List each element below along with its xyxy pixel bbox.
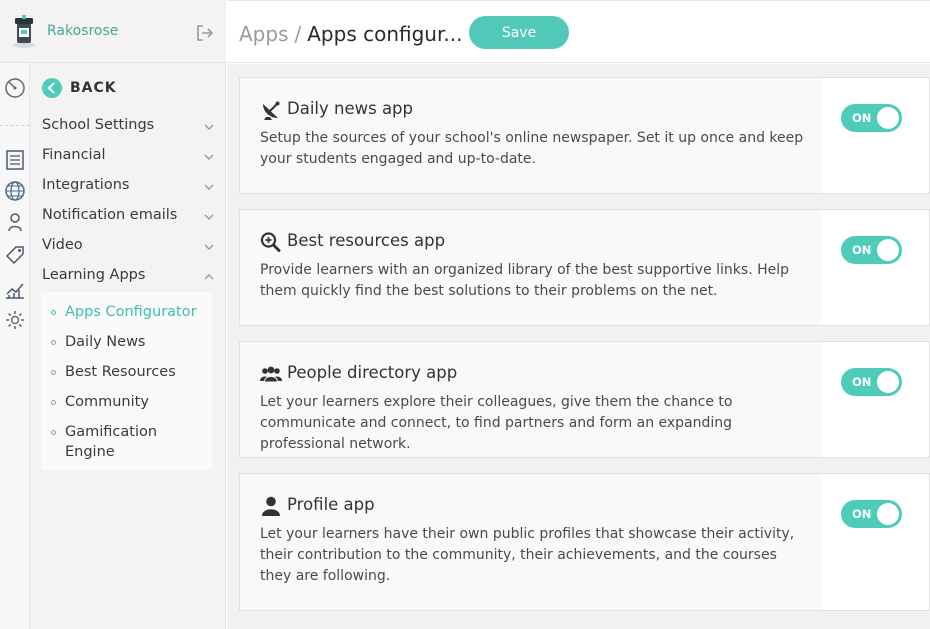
- app-card-body: Daily news app Setup the sources of your…: [240, 78, 820, 193]
- submenu-item-community[interactable]: Community: [51, 392, 209, 412]
- save-button[interactable]: Save: [469, 16, 569, 49]
- app-card-profile: Profile app Let your learners have their…: [239, 473, 930, 611]
- app-description: Let your learners explore their colleagu…: [260, 394, 733, 452]
- menu-item-label: School Settings: [42, 117, 155, 133]
- submenu-item-label: Gamification Engine: [65, 424, 158, 460]
- icon-rail: [0, 63, 30, 629]
- breadcrumb: Apps / Apps configur...: [239, 22, 462, 46]
- app-title: People directory app: [287, 363, 458, 382]
- chevron-up-icon: [204, 274, 214, 280]
- user-location-icon[interactable]: [4, 211, 26, 233]
- chart-icon[interactable]: [4, 278, 26, 300]
- toggle-label: ON: [852, 507, 872, 521]
- bullet-icon: [51, 370, 56, 375]
- brand-header: Rakosrose: [0, 0, 226, 63]
- menu-item-learning-apps[interactable]: Learning Apps: [42, 267, 218, 289]
- submenu-item-label: Community: [65, 394, 149, 410]
- apps-list: Daily news app Setup the sources of your…: [227, 64, 930, 629]
- settings-icon[interactable]: [4, 309, 26, 331]
- breadcrumb-current: Apps configur...: [307, 22, 463, 46]
- menu-item-school-settings[interactable]: School Settings: [42, 117, 218, 139]
- app-card-people-directory: People directory app Let your learners e…: [239, 341, 930, 458]
- app-card-actions: [821, 474, 929, 610]
- menu-item-video[interactable]: Video: [42, 237, 218, 259]
- toggle-knob: [877, 371, 899, 393]
- submenu-item-daily-news[interactable]: Daily News: [51, 332, 209, 352]
- bullet-icon: [51, 430, 56, 435]
- chevron-down-icon: [204, 244, 214, 250]
- app-toggle-switch[interactable]: ON: [841, 236, 902, 264]
- app-card-actions: [821, 78, 929, 193]
- school-logo-icon: [13, 15, 35, 48]
- menu-item-financial[interactable]: Financial: [42, 147, 218, 169]
- app-card-body: Profile app Let your learners have their…: [240, 474, 820, 610]
- submenu-item-label: Best Resources: [65, 364, 176, 380]
- app-card-body: People directory app Let your learners e…: [240, 342, 820, 457]
- app-title: Daily news app: [287, 99, 413, 118]
- app-card-best-resources: Best resources app Provide learners with…: [239, 209, 930, 326]
- app-toggle-switch[interactable]: ON: [841, 368, 902, 396]
- app-card-actions: [821, 210, 929, 325]
- menu-item-integrations[interactable]: Integrations: [42, 177, 218, 199]
- menu-item-label: Video: [42, 237, 83, 253]
- app-title: Best resources app: [287, 231, 446, 250]
- bullet-icon: [51, 400, 56, 405]
- top-bar: Apps / Apps configur... Save: [227, 0, 930, 63]
- logout-icon[interactable]: [196, 24, 214, 42]
- user-icon: [262, 496, 280, 516]
- app-toggle-switch[interactable]: ON: [841, 500, 902, 528]
- toggle-label: ON: [852, 111, 872, 125]
- app-card-body: Best resources app Provide learners with…: [240, 210, 820, 325]
- satellite-dish-icon: [263, 101, 280, 120]
- toggle-label: ON: [852, 375, 872, 389]
- chevron-down-icon: [204, 154, 214, 160]
- submenu-item-best-resources[interactable]: Best Resources: [51, 362, 209, 382]
- document-icon[interactable]: [4, 149, 26, 171]
- rail-divider: [0, 125, 30, 126]
- learning-apps-submenu: Apps Configurator Daily News Best Resour…: [41, 292, 212, 470]
- sidebar: Rakosrose BACK School Settings Financial…: [0, 0, 226, 629]
- menu-item-label: Integrations: [42, 177, 130, 193]
- breadcrumb-separator: /: [294, 22, 302, 46]
- chevron-down-icon: [204, 214, 214, 220]
- back-label: BACK: [70, 80, 117, 96]
- search-plus-icon: [260, 232, 281, 252]
- app-toggle-switch[interactable]: ON: [841, 104, 902, 132]
- app-description: Let your learners have their own public …: [260, 526, 795, 584]
- users-icon: [260, 366, 282, 383]
- chevron-down-icon: [204, 124, 214, 130]
- menu-item-label: Notification emails: [42, 207, 178, 223]
- tag-icon[interactable]: [4, 244, 26, 266]
- toggle-knob: [877, 503, 899, 525]
- back-arrow-icon: [42, 78, 62, 98]
- app-title: Profile app: [287, 495, 375, 514]
- menu-item-label: Financial: [42, 147, 106, 163]
- bullet-icon: [51, 340, 56, 345]
- app-description: Setup the sources of your school's onlin…: [260, 130, 804, 167]
- school-name: Rakosrose: [47, 23, 119, 39]
- submenu-item-label: Daily News: [65, 334, 146, 350]
- back-button[interactable]: BACK: [42, 78, 117, 98]
- bullet-icon: [51, 310, 56, 315]
- app-card-actions: [821, 342, 929, 457]
- app-card-daily-news: Daily news app Setup the sources of your…: [239, 77, 930, 194]
- submenu-item-label: Apps Configurator: [65, 304, 197, 320]
- breadcrumb-apps[interactable]: Apps: [239, 22, 289, 46]
- submenu-item-gamification-engine[interactable]: Gamification Engine: [51, 422, 171, 462]
- dashboard-icon[interactable]: [4, 77, 26, 99]
- menu-item-label: Learning Apps: [42, 267, 146, 283]
- globe-icon[interactable]: [4, 180, 26, 202]
- menu-item-notification-emails[interactable]: Notification emails: [42, 207, 218, 229]
- toggle-knob: [877, 107, 899, 129]
- submenu-item-apps-configurator[interactable]: Apps Configurator: [51, 302, 209, 322]
- toggle-label: ON: [852, 243, 872, 257]
- chevron-down-icon: [204, 184, 214, 190]
- toggle-knob: [877, 239, 899, 261]
- app-description: Provide learners with an organized libra…: [260, 262, 790, 299]
